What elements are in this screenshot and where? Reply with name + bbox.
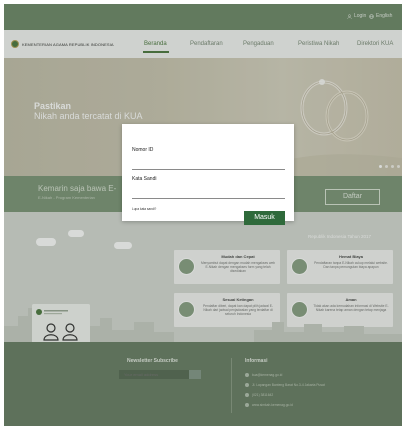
nomor-id-label: Nomor ID — [132, 147, 154, 153]
forgot-password-link[interactable]: Lupa kata sandi? — [132, 207, 156, 211]
password-label: Kata Sandi — [132, 176, 157, 182]
password-input[interactable] — [132, 183, 285, 199]
login-submit-button[interactable]: Masuk — [244, 211, 285, 225]
page: Login English KEMENTERIAN AGAMA REPUBLIK… — [4, 4, 402, 426]
login-modal: Nomor ID Kata Sandi Lupa kata sandi? Mas… — [122, 124, 294, 225]
nomor-id-input[interactable] — [132, 154, 285, 170]
